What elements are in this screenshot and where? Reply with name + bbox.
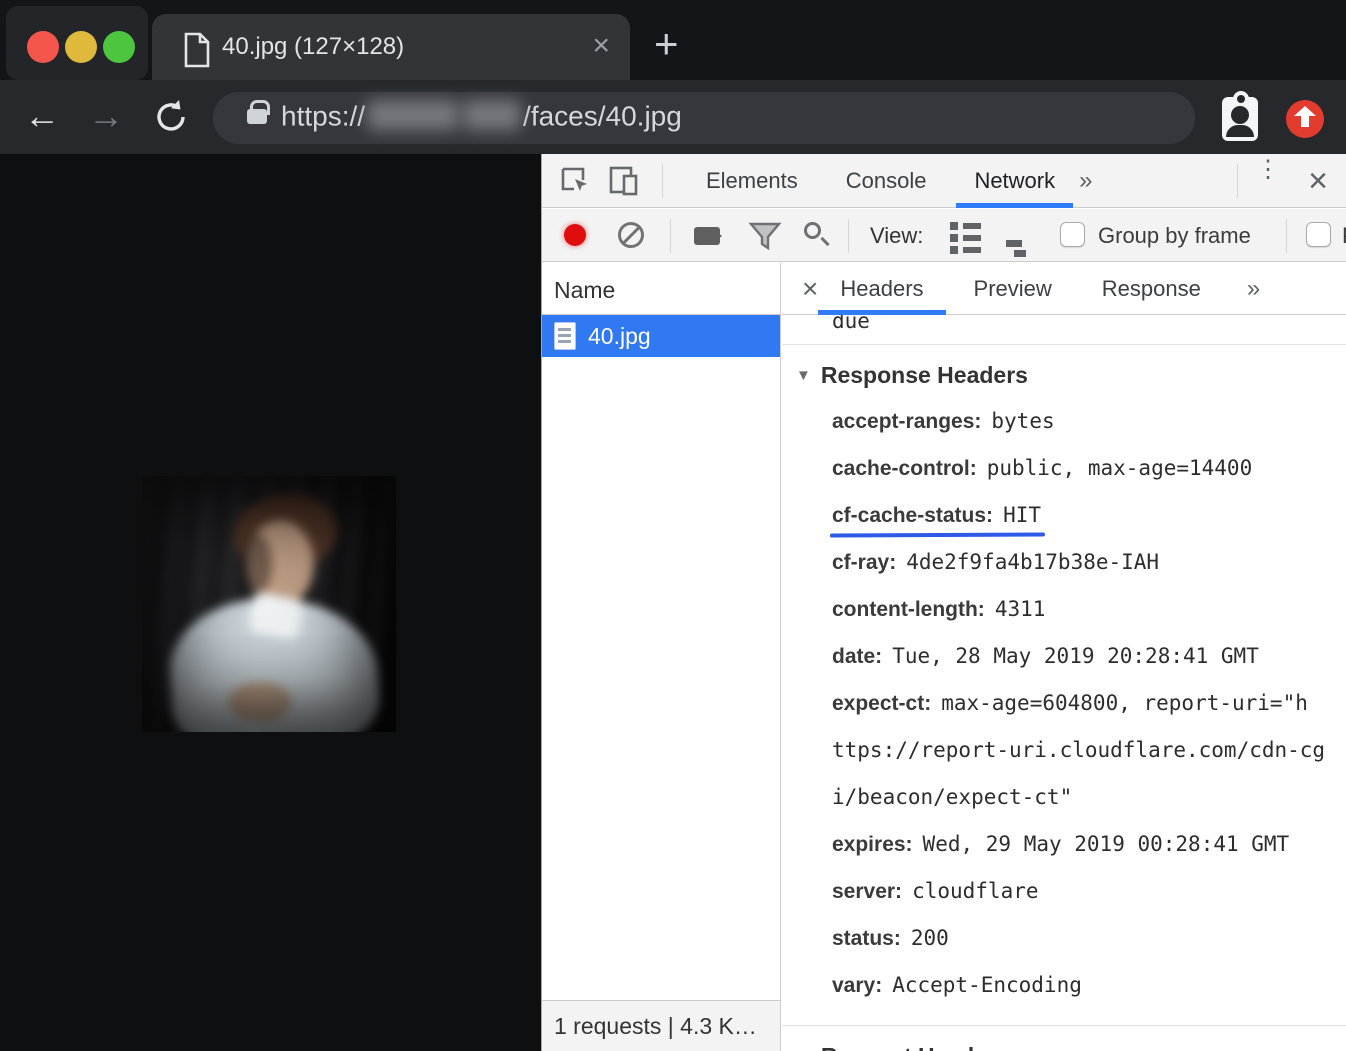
new-tab-button[interactable]: + xyxy=(654,22,679,66)
header-row: status:200 xyxy=(782,916,1346,963)
tab-console[interactable]: Console xyxy=(822,154,951,208)
search-icon[interactable] xyxy=(804,222,821,239)
reload-button[interactable] xyxy=(152,98,190,136)
tab-headers[interactable]: Headers xyxy=(836,263,927,315)
group-by-frame-checkbox[interactable] xyxy=(1060,222,1085,247)
details-panel: × Headers Preview Response » due ▼ Respo… xyxy=(782,263,1346,1051)
requests-summary-bar: 1 requests | 4.3 K… xyxy=(542,1000,780,1051)
window-minimize-button[interactable] xyxy=(65,31,97,63)
request-file-name: 40.jpg xyxy=(588,323,651,350)
document-icon xyxy=(182,32,212,68)
redacted-domain-blur xyxy=(463,100,521,130)
address-bar[interactable]: https:///faces/40.jpg xyxy=(213,92,1195,144)
preserve-log-label[interactable]: Preserve log xyxy=(1342,223,1346,249)
header-row: content-length:4311 xyxy=(782,587,1346,634)
divider xyxy=(848,219,849,253)
header-row: vary:Accept-Encoding xyxy=(782,963,1346,1010)
devtools-panel: Elements Console Network » ⋮ × View: xyxy=(541,154,1346,1051)
divider xyxy=(670,219,671,253)
header-row-expect-ct: expect-ct:max-age=604800, report-uri="h … xyxy=(782,681,1346,822)
group-by-frame-label[interactable]: Group by frame xyxy=(1098,223,1251,249)
header-row: server:cloudflare xyxy=(782,869,1346,916)
devtools-close-icon[interactable]: × xyxy=(1308,162,1328,201)
divider xyxy=(662,164,663,198)
collapse-triangle-icon[interactable]: ▼ xyxy=(796,367,811,384)
image-40-jpg xyxy=(142,476,396,732)
redacted-domain-blur xyxy=(367,100,459,130)
extension-update-icon[interactable] xyxy=(1286,100,1324,138)
forward-button[interactable]: → xyxy=(88,96,124,136)
profile-head-glyph xyxy=(1231,106,1249,124)
details-close-icon[interactable]: × xyxy=(782,273,836,305)
view-label: View: xyxy=(870,223,923,249)
page-viewport xyxy=(0,154,541,1051)
devtools-tabbar: Elements Console Network » ⋮ × xyxy=(542,154,1346,208)
headers-content: due ▼ Response Headers accept-ranges:byt… xyxy=(782,315,1346,1051)
header-row: expires:Wed, 29 May 2019 00:28:41 GMT xyxy=(782,822,1346,869)
url-text[interactable]: https:///faces/40.jpg xyxy=(281,100,682,136)
name-column-header[interactable]: Name xyxy=(542,263,780,315)
window-maximize-button[interactable] xyxy=(103,31,135,63)
annotated-underline: cf-cache-status:HIT xyxy=(832,493,1041,540)
list-view-icon[interactable] xyxy=(950,222,981,258)
details-tabbar: × Headers Preview Response » xyxy=(782,263,1346,315)
tab-close-icon[interactable]: × xyxy=(592,29,610,63)
tab-preview[interactable]: Preview xyxy=(970,263,1056,315)
profile-badge-icon[interactable] xyxy=(1222,97,1258,141)
tab-title: 40.jpg (127×128) xyxy=(222,33,404,61)
section-divider xyxy=(782,344,1346,345)
preserve-log-checkbox[interactable] xyxy=(1306,222,1331,247)
divider xyxy=(1237,164,1238,198)
tab-network[interactable]: Network xyxy=(950,154,1079,208)
header-row: cf-ray:4de2f9fa4b17b38e-IAH xyxy=(782,540,1346,587)
section-divider xyxy=(782,1025,1346,1026)
browser-tab[interactable]: 40.jpg (127×128) × xyxy=(152,14,630,80)
requests-panel: Name 40.jpg 1 requests | 4.3 K… xyxy=(542,263,781,1051)
record-button[interactable] xyxy=(564,224,586,246)
header-row-cf-cache-status: cf-cache-status:HIT xyxy=(782,493,1346,540)
tab-response[interactable]: Response xyxy=(1098,263,1205,315)
response-headers-section-title[interactable]: ▼ Response Headers xyxy=(782,351,1346,399)
waterfall-view-icon[interactable] xyxy=(1006,222,1038,260)
header-row: date:Tue, 28 May 2019 20:28:41 GMT xyxy=(782,634,1346,681)
lock-icon[interactable] xyxy=(247,109,267,124)
tab-elements[interactable]: Elements xyxy=(682,154,822,208)
file-icon xyxy=(554,322,576,350)
profile-body-glyph xyxy=(1226,125,1254,137)
window-close-button[interactable] xyxy=(27,31,59,63)
devtools-menu-icon[interactable]: ⋮ xyxy=(1256,164,1276,175)
more-tabs-chevron-icon[interactable]: » xyxy=(1079,167,1092,195)
back-button[interactable]: ← xyxy=(24,96,60,136)
window-controls xyxy=(6,6,148,80)
network-toolbar: View: Group by frame Preserve log xyxy=(542,209,1346,262)
inspect-element-icon[interactable] xyxy=(560,166,590,196)
request-row-40jpg[interactable]: 40.jpg xyxy=(542,315,780,357)
filter-icon[interactable] xyxy=(748,221,782,251)
device-toolbar-icon[interactable] xyxy=(608,166,640,196)
more-details-tabs-chevron-icon[interactable]: » xyxy=(1247,275,1260,303)
capture-screenshots-icon[interactable] xyxy=(694,227,720,245)
header-row: cache-control:public, max-age=14400 xyxy=(782,446,1346,493)
request-headers-section-title[interactable]: ▼ Request Headers xyxy=(782,1032,1346,1051)
divider xyxy=(1286,219,1287,253)
header-row: accept-ranges:bytes xyxy=(782,399,1346,446)
collapse-triangle-icon[interactable]: ▼ xyxy=(796,1048,811,1051)
clipped-scrolled-line: due xyxy=(782,315,1346,329)
clear-icon[interactable] xyxy=(618,222,644,248)
